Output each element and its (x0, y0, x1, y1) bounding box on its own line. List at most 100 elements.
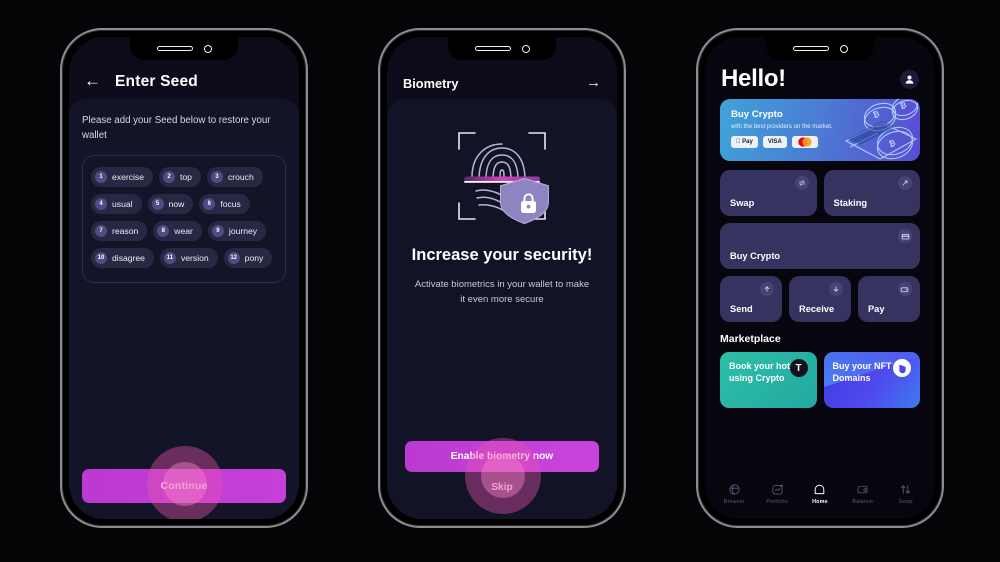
seed-word-index: 9 (211, 225, 224, 238)
seed-word-index: 12 (227, 252, 240, 265)
enable-biometry-button[interactable]: Enable biometry now (405, 441, 599, 472)
seed-word-chip[interactable]: 11 version (159, 248, 218, 269)
tab-balance[interactable]: Balance (843, 483, 883, 505)
svg-text:₿: ₿ (888, 138, 898, 149)
tab-label: Browser (723, 499, 745, 505)
seed-word-chip[interactable]: 6 focus (199, 194, 250, 215)
front-camera-icon (203, 44, 212, 53)
seed-word-index: 2 (163, 171, 175, 184)
biometry-screen: Biometry → Increase your security! Activ… (387, 37, 617, 519)
tab-swap[interactable]: Swap (886, 483, 926, 505)
action-card-pay[interactable]: Pay (857, 276, 920, 322)
tab-label: Swap (898, 499, 913, 505)
seed-description: Please add your Seed below to restore yo… (82, 115, 271, 141)
seed-word-text: version (180, 253, 209, 264)
seed-word-text: wear (174, 226, 193, 237)
skip-button[interactable]: Skip (405, 482, 599, 493)
arrow-right-icon[interactable]: → (586, 75, 601, 91)
greeting-title: Hello! (721, 65, 786, 92)
tab-home[interactable]: Home (800, 483, 840, 505)
chart-icon (771, 483, 784, 496)
seed-word-chip[interactable]: 8 wear (153, 221, 202, 242)
front-camera-icon (839, 44, 848, 53)
page-title: Biometry (403, 76, 459, 91)
seed-word-text: usual (112, 199, 133, 210)
unstoppable-domains-logo-icon (893, 359, 911, 377)
seed-word-index: 10 (95, 252, 107, 265)
seed-word-chip[interactable]: 10 disagree (91, 248, 154, 269)
seed-word-chip[interactable]: 5 now (147, 194, 194, 215)
phone-mockup-home: Hello! ₿ ₿ ₿ Buy Crypto with the best pr… (696, 28, 944, 528)
swap-icon (794, 176, 809, 190)
home-body: ₿ ₿ ₿ Buy Crypto with the best providers… (705, 99, 935, 475)
seed-word-index: 6 (203, 198, 216, 211)
seed-word-text: top (180, 172, 192, 183)
seed-word-text: disagree (112, 253, 145, 264)
action-card-receive[interactable]: Receive (788, 276, 851, 322)
biometry-card: Increase your security! Activate biometr… (387, 99, 617, 519)
phone-notch (448, 37, 556, 60)
biometry-heading: Increase your security! (411, 246, 593, 264)
tab-label: Portfolio (766, 499, 788, 505)
apple-pay-icon:  Pay (731, 136, 758, 148)
action-card-swap[interactable]: Swap (720, 170, 817, 216)
action-card-label: Staking (833, 198, 868, 208)
marketplace-card-hotel[interactable]: T Book your hotel using Crypto (720, 352, 817, 408)
buy-crypto-banner[interactable]: ₿ ₿ ₿ Buy Crypto with the best providers… (720, 99, 920, 161)
seed-word-text: exercise (112, 172, 144, 183)
marketplace-row: T Book your hotel using Crypto Buy your … (720, 352, 920, 408)
seed-word-index: 5 (151, 198, 164, 211)
tab-portfolio[interactable]: Portfolio (757, 483, 797, 505)
seed-word-index: 11 (163, 252, 176, 265)
biometry-subtext: Activate biometrics in your wallet to ma… (414, 279, 590, 305)
action-card-buy-crypto[interactable]: Buy Crypto (720, 223, 920, 269)
seed-word-chip[interactable]: 9 journey (207, 221, 267, 242)
quick-actions-grid: Swap Staking Buy Crypto Send Receive Pay (720, 170, 920, 322)
seed-phrase-input-area[interactable]: 1 exercise 2 top 3 crouch 4 usual 5 now 6 focus 7 rea… (82, 155, 286, 284)
user-avatar-icon[interactable] (900, 70, 919, 89)
arrow-left-icon[interactable]: ← (84, 72, 101, 91)
phone-2-screen: Biometry → Increase your security! Activ… (387, 37, 617, 519)
continue-button[interactable]: Continue (82, 469, 286, 503)
seed-word-text: pony (244, 253, 264, 264)
seed-word-chip[interactable]: 2 top (159, 167, 201, 188)
enter-seed-card: Please add your Seed below to restore yo… (69, 99, 299, 469)
action-card-label: Buy Crypto (730, 251, 781, 261)
seed-word-chip[interactable]: 12 pony (223, 248, 273, 269)
seed-word-index: 1 (95, 171, 107, 184)
seed-word-text: journey (228, 226, 258, 237)
speaker-grill-icon (474, 46, 511, 51)
tab-label: Home (812, 499, 828, 505)
tab-browser[interactable]: Browser (714, 483, 754, 505)
action-card-label: Pay (867, 304, 885, 314)
action-card-label: Swap (730, 198, 755, 208)
phone-mockup-enter-seed: ← Enter Seed Please add your Seed below … (60, 28, 308, 528)
seed-word-text: now (168, 199, 185, 210)
phone-3-screen: Hello! ₿ ₿ ₿ Buy Crypto with the best pr… (705, 37, 935, 519)
mastercard-icon (791, 136, 818, 148)
seed-word-index: 4 (95, 198, 107, 211)
wallet-icon (897, 282, 912, 296)
screenshot-stage: ← Enter Seed Please add your Seed below … (0, 0, 1000, 562)
bottom-tab-bar: Browser Portfolio Home Balance Swap (705, 475, 935, 519)
enter-seed-screen: ← Enter Seed Please add your Seed below … (69, 37, 299, 519)
seed-word-chip[interactable]: 3 crouch (206, 167, 263, 188)
action-card-send[interactable]: Send (720, 276, 782, 322)
seed-word-chip[interactable]: 4 usual (91, 194, 142, 215)
svg-text:₿: ₿ (899, 100, 909, 111)
marketplace-card-nft[interactable]: Buy your NFT Domains (823, 352, 920, 408)
seed-word-chip[interactable]: 1 exercise (91, 167, 153, 188)
staking-icon (898, 176, 912, 190)
arrow-down-icon (828, 282, 843, 296)
visa-icon: VISA (762, 136, 787, 148)
arrow-up-icon (759, 282, 774, 296)
globe-icon (728, 483, 741, 496)
wallet-icon (856, 483, 869, 496)
action-card-staking[interactable]: Staking (823, 170, 920, 216)
phone-mockup-biometry: Biometry → Increase your security! Activ… (378, 28, 626, 528)
seed-word-chip[interactable]: 7 reason (91, 221, 148, 242)
speaker-grill-icon (156, 46, 193, 51)
action-card-label: Send (730, 304, 753, 314)
card-icon (898, 229, 912, 243)
fingerprint-scan-shield-lock-icon (443, 117, 561, 235)
